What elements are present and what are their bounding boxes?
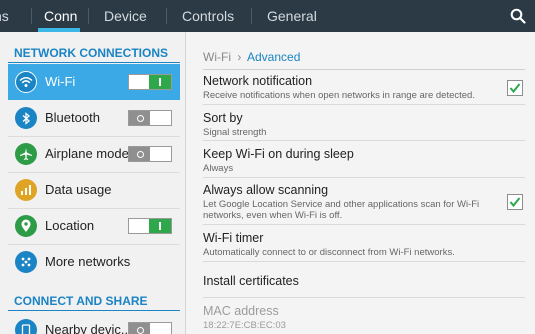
sidebar-item-location[interactable]: Location	[8, 208, 180, 244]
network-notification-checkbox[interactable]	[507, 80, 523, 96]
toggle-track	[150, 323, 171, 334]
setting-mac-address: MAC address 18:22:7E:CB:EC:03	[203, 304, 525, 331]
tab-divider	[251, 8, 252, 24]
list-divider	[203, 104, 525, 105]
wifi-toggle[interactable]	[128, 74, 172, 90]
section-divider	[8, 62, 180, 63]
sidebar-item-wifi[interactable]: Wi-Fi	[8, 64, 180, 100]
more-networks-icon	[15, 251, 37, 273]
sidebar-item-label: More networks	[45, 254, 131, 269]
top-tab-bar: ns Conn Device Controls General	[0, 0, 535, 32]
setting-wifi-timer[interactable]: Wi-Fi timer Automatically connect to or …	[203, 231, 525, 258]
breadcrumb: Wi-Fi › Advanced	[203, 50, 300, 64]
sidebar-item-label: Airplane mode	[45, 146, 129, 161]
airplane-mode-toggle[interactable]	[128, 146, 172, 162]
toggle-knob	[149, 75, 171, 89]
setting-subtitle: Let Google Location Service and other ap…	[203, 199, 480, 221]
setting-always-allow-scanning[interactable]: Always allow scanning Let Google Locatio…	[203, 183, 525, 221]
settings-sidebar: NETWORK CONNECTIONS Wi-Fi Bluetooth Airp…	[0, 32, 186, 334]
sidebar-item-bluetooth[interactable]: Bluetooth	[8, 100, 180, 136]
header-divider	[203, 69, 525, 70]
setting-subtitle: Always	[203, 163, 234, 174]
search-icon	[510, 8, 526, 24]
nearby-devices-toggle[interactable]	[128, 322, 172, 334]
toggle-track	[129, 219, 149, 233]
data-usage-icon	[15, 179, 37, 201]
bluetooth-icon	[15, 107, 37, 129]
checkmark-icon	[509, 83, 521, 94]
setting-subtitle: 18:22:7E:CB:EC:03	[203, 320, 286, 331]
tab-controls[interactable]: Controls	[182, 0, 234, 32]
sidebar-item-label: Data usage	[45, 182, 112, 197]
toggle-knob	[129, 111, 151, 125]
setting-title: Install certificates	[203, 274, 299, 288]
location-icon	[15, 215, 37, 237]
tab-divider	[166, 8, 167, 24]
section-title-connect-share: CONNECT AND SHARE	[14, 294, 148, 308]
setting-network-notification[interactable]: Network notification Receive notificatio…	[203, 74, 525, 101]
setting-subtitle: Automatically connect to or disconnect f…	[203, 247, 455, 258]
sidebar-item-label: Bluetooth	[45, 110, 100, 125]
tab-general[interactable]: General	[267, 0, 317, 32]
setting-subtitle: Signal strength	[203, 127, 267, 138]
always-allow-scanning-checkbox[interactable]	[507, 194, 523, 210]
tab-divider	[31, 8, 32, 24]
list-divider	[203, 140, 525, 141]
section-divider	[8, 310, 180, 311]
setting-sort-by[interactable]: Sort by Signal strength	[203, 111, 525, 138]
bluetooth-toggle[interactable]	[128, 110, 172, 126]
setting-title: Wi-Fi timer	[203, 231, 264, 245]
checkmark-icon	[509, 197, 521, 208]
sidebar-item-data-usage[interactable]: Data usage	[8, 172, 180, 208]
setting-subtitle: Receive notifications when open networks…	[203, 90, 475, 101]
setting-title: Always allow scanning	[203, 183, 329, 197]
wifi-icon	[15, 71, 37, 93]
toggle-track	[150, 111, 171, 125]
section-title-network: NETWORK CONNECTIONS	[14, 46, 168, 60]
setting-title: Keep Wi-Fi on during sleep	[203, 147, 354, 161]
sidebar-item-airplane-mode[interactable]: Airplane mode	[8, 136, 180, 172]
setting-title: Sort by	[203, 111, 243, 125]
setting-install-certificates[interactable]: Install certificates	[203, 274, 525, 288]
sidebar-item-nearby-devices[interactable]: Nearby devic...	[8, 312, 180, 334]
tab-connections-prev[interactable]: ns	[0, 0, 9, 32]
toggle-track	[150, 147, 171, 161]
toggle-knob	[149, 219, 171, 233]
toggle-knob	[129, 147, 151, 161]
sidebar-item-label: Nearby devic...	[45, 322, 132, 334]
breadcrumb-separator: ›	[237, 50, 242, 64]
setting-title: Network notification	[203, 74, 313, 88]
airplane-icon	[15, 143, 37, 165]
tab-device[interactable]: Device	[104, 0, 147, 32]
breadcrumb-parent[interactable]: Wi-Fi	[203, 50, 231, 64]
toggle-track	[129, 75, 149, 89]
location-toggle[interactable]	[128, 218, 172, 234]
list-divider	[203, 177, 525, 178]
wifi-advanced-panel: Wi-Fi › Advanced Network notification Re…	[187, 32, 535, 334]
list-divider	[203, 297, 525, 298]
sidebar-item-more-networks[interactable]: More networks	[8, 244, 180, 280]
breadcrumb-current: Advanced	[247, 50, 301, 64]
sidebar-item-label: Location	[45, 218, 95, 233]
sidebar-item-label: Wi-Fi	[45, 74, 76, 89]
search-button[interactable]	[501, 0, 535, 32]
list-divider	[203, 224, 525, 225]
toggle-knob	[129, 323, 151, 334]
list-divider	[203, 261, 525, 262]
nearby-devices-icon	[15, 319, 37, 334]
tab-divider	[88, 8, 89, 24]
setting-title: MAC address	[203, 304, 279, 318]
setting-keep-wifi-on-during-sleep[interactable]: Keep Wi-Fi on during sleep Always	[203, 147, 525, 174]
